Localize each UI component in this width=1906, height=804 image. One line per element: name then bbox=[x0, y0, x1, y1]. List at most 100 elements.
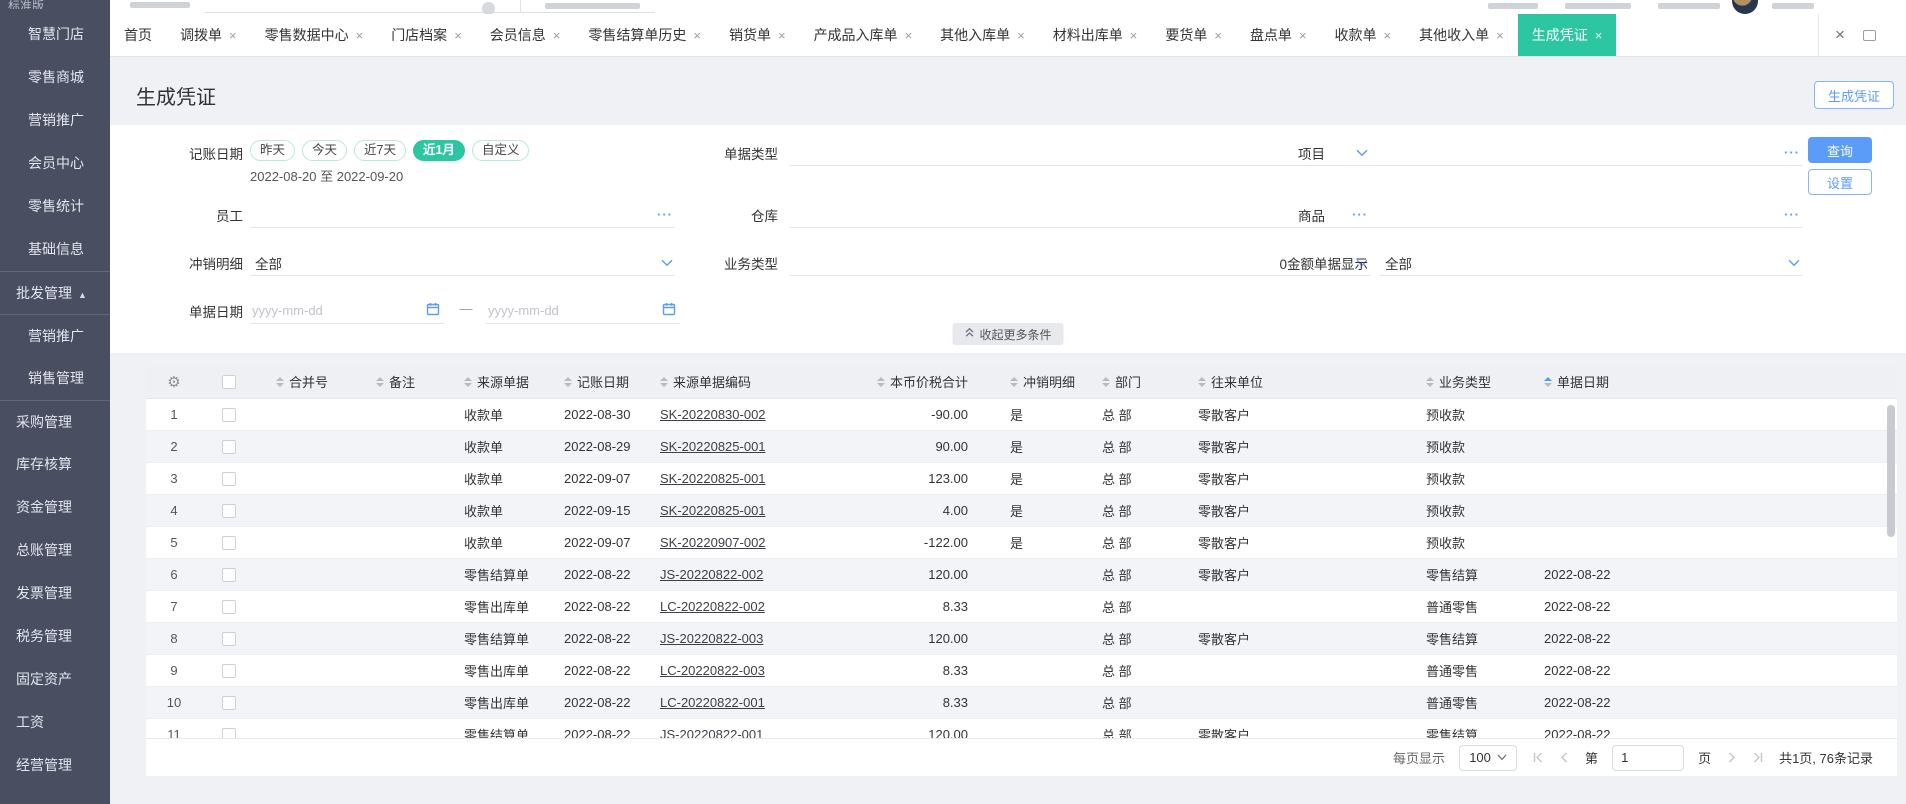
row-checkbox[interactable] bbox=[222, 407, 236, 422]
first-page-button[interactable] bbox=[1531, 751, 1544, 764]
row-checkbox[interactable] bbox=[222, 599, 236, 614]
source-doc-code-link[interactable]: SK-20220825-001 bbox=[640, 439, 790, 454]
tab[interactable]: 门店档案 bbox=[377, 14, 476, 56]
row-checkbox[interactable] bbox=[222, 471, 236, 486]
sidebar-item[interactable]: 采购管理 bbox=[0, 400, 110, 443]
sidebar-item[interactable]: 批发管理 ▲ bbox=[0, 271, 110, 314]
sort-icon[interactable] bbox=[1426, 376, 1434, 387]
sort-icon[interactable] bbox=[376, 376, 384, 387]
tab-close-icon[interactable] bbox=[1384, 29, 1392, 42]
column-header[interactable]: 来源单据 bbox=[444, 372, 544, 391]
search-button[interactable]: 查询 bbox=[1808, 137, 1872, 163]
collapse-more-filters[interactable]: 收起更多条件 bbox=[952, 323, 1064, 345]
project-picker[interactable]: ··· bbox=[1343, 139, 1802, 166]
tab-close-icon[interactable] bbox=[229, 29, 237, 42]
tab-close-icon[interactable] bbox=[1214, 29, 1222, 42]
table-row[interactable]: 8 零售结算单 2022-08-22 JS-20220822-003 120.0… bbox=[146, 623, 1897, 655]
tab-close-icon[interactable] bbox=[693, 29, 701, 42]
sort-icon[interactable] bbox=[276, 376, 284, 387]
doc-date-start-input[interactable] bbox=[250, 297, 444, 324]
tab[interactable]: 零售数据中心 bbox=[251, 14, 378, 56]
tab[interactable]: 其他收入单 bbox=[1405, 14, 1518, 56]
sidebar-item[interactable]: 销售管理 bbox=[0, 357, 110, 400]
calendar-icon[interactable] bbox=[426, 302, 440, 321]
last-page-button[interactable] bbox=[1752, 751, 1765, 764]
sort-icon[interactable] bbox=[564, 376, 572, 387]
sidebar-item[interactable]: 会员中心 bbox=[0, 142, 110, 185]
source-doc-code-link[interactable]: SK-20220825-001 bbox=[640, 503, 790, 518]
tab[interactable]: 产成品入库单 bbox=[800, 14, 927, 56]
sidebar-item[interactable]: 发票管理 bbox=[0, 572, 110, 615]
goods-picker[interactable]: ··· bbox=[1343, 201, 1802, 228]
tab-close-icon[interactable] bbox=[356, 29, 364, 42]
employee-picker[interactable]: ··· bbox=[250, 201, 675, 228]
page-number-input[interactable] bbox=[1612, 744, 1685, 771]
sidebar-item[interactable]: 零售商城 bbox=[0, 56, 110, 99]
table-row[interactable]: 7 零售出库单 2022-08-22 LC-20220822-002 8.33 … bbox=[146, 591, 1897, 623]
sort-icon[interactable] bbox=[660, 376, 668, 387]
tab-close-icon[interactable] bbox=[778, 29, 786, 42]
column-header[interactable]: 来源单据编码 bbox=[640, 372, 790, 391]
generate-voucher-button[interactable]: 生成凭证 bbox=[1813, 81, 1894, 109]
source-doc-code-link[interactable]: JS-20220822-002 bbox=[640, 567, 790, 582]
row-checkbox[interactable] bbox=[222, 503, 236, 518]
next-page-button[interactable] bbox=[1725, 751, 1738, 764]
column-header[interactable]: 单据日期 bbox=[1524, 372, 1897, 391]
sort-icon[interactable] bbox=[1198, 376, 1206, 387]
tab[interactable]: 生成凭证 bbox=[1517, 14, 1617, 56]
date-quick-pill[interactable]: 今天 bbox=[302, 140, 348, 161]
table-row[interactable]: 4 收款单 2022-09-15 SK-20220825-001 4.00 是 … bbox=[146, 495, 1897, 527]
sort-icon[interactable] bbox=[876, 376, 885, 387]
row-checkbox[interactable] bbox=[222, 439, 236, 454]
close-all-tabs-icon[interactable]: × bbox=[1835, 25, 1845, 45]
table-row[interactable]: 6 零售结算单 2022-08-22 JS-20220822-002 120.0… bbox=[146, 559, 1897, 591]
tab[interactable]: 要货单 bbox=[1151, 14, 1236, 56]
column-header[interactable]: 合并号 bbox=[256, 372, 356, 391]
tab[interactable]: 销货单 bbox=[715, 14, 800, 56]
tab-close-icon[interactable] bbox=[905, 29, 913, 42]
source-doc-code-link[interactable]: JS-20220822-001 bbox=[640, 727, 790, 738]
tab[interactable]: 调拨单 bbox=[166, 14, 251, 56]
tab-list-icon[interactable] bbox=[1862, 29, 1876, 41]
zero-amount-select[interactable]: 全部 bbox=[1380, 249, 1802, 276]
table-row[interactable]: 1 收款单 2022-08-30 SK-20220830-002 -90.00 … bbox=[146, 399, 1897, 431]
doc-date-end-input[interactable] bbox=[486, 297, 680, 324]
sidebar-item[interactable]: 营销推广 bbox=[0, 314, 110, 357]
sort-icon[interactable] bbox=[1544, 376, 1552, 387]
sort-icon[interactable] bbox=[464, 376, 472, 387]
column-header[interactable]: 往来单位 bbox=[1178, 372, 1406, 391]
user-avatar[interactable] bbox=[1732, 0, 1758, 14]
source-doc-code-link[interactable]: SK-20220825-001 bbox=[640, 471, 790, 486]
sort-icon[interactable] bbox=[1010, 376, 1018, 387]
source-doc-code-link[interactable]: LC-20220822-001 bbox=[640, 695, 790, 710]
writeoff-select[interactable]: 全部 bbox=[250, 249, 675, 276]
sidebar-item[interactable]: 总账管理 bbox=[0, 529, 110, 572]
sidebar-item[interactable]: 基础信息 bbox=[0, 228, 110, 271]
tab[interactable]: 材料出库单 bbox=[1039, 14, 1152, 56]
tab[interactable]: 其他入库单 bbox=[926, 14, 1039, 56]
table-row[interactable]: 10 零售出库单 2022-08-22 LC-20220822-001 8.33… bbox=[146, 687, 1897, 719]
table-row[interactable]: 3 收款单 2022-09-07 SK-20220825-001 123.00 … bbox=[146, 463, 1897, 495]
sidebar-item[interactable]: 固定资产 bbox=[0, 658, 110, 701]
column-header[interactable]: 业务类型 bbox=[1406, 372, 1524, 391]
column-header[interactable]: 本币价税合计 bbox=[790, 372, 990, 391]
gear-icon[interactable]: ⚙ bbox=[167, 373, 180, 391]
sidebar-item[interactable]: 零售统计 bbox=[0, 185, 110, 228]
date-quick-pill[interactable]: 近7天 bbox=[354, 140, 406, 161]
sort-icon[interactable] bbox=[1102, 376, 1110, 387]
column-header[interactable]: 部门 bbox=[1082, 372, 1178, 391]
date-quick-pill[interactable]: 自定义 bbox=[471, 140, 530, 161]
source-doc-code-link[interactable]: JS-20220822-003 bbox=[640, 631, 790, 646]
column-header[interactable]: 记账日期 bbox=[544, 372, 640, 391]
vertical-scrollbar[interactable] bbox=[1887, 405, 1895, 537]
tab-close-icon[interactable] bbox=[1299, 29, 1307, 42]
source-doc-code-link[interactable]: SK-20220830-002 bbox=[640, 407, 790, 422]
table-row[interactable]: 9 零售出库单 2022-08-22 LC-20220822-003 8.33 … bbox=[146, 655, 1897, 687]
prev-page-button[interactable] bbox=[1558, 751, 1571, 764]
sidebar-item[interactable]: 税务管理 bbox=[0, 615, 110, 658]
tab-close-icon[interactable] bbox=[1017, 29, 1025, 42]
sidebar-item[interactable]: 工资 bbox=[0, 701, 110, 744]
settings-button[interactable]: 设置 bbox=[1808, 169, 1872, 195]
date-quick-pill[interactable]: 近1月 bbox=[412, 140, 465, 161]
source-doc-code-link[interactable]: SK-20220907-002 bbox=[640, 535, 790, 550]
